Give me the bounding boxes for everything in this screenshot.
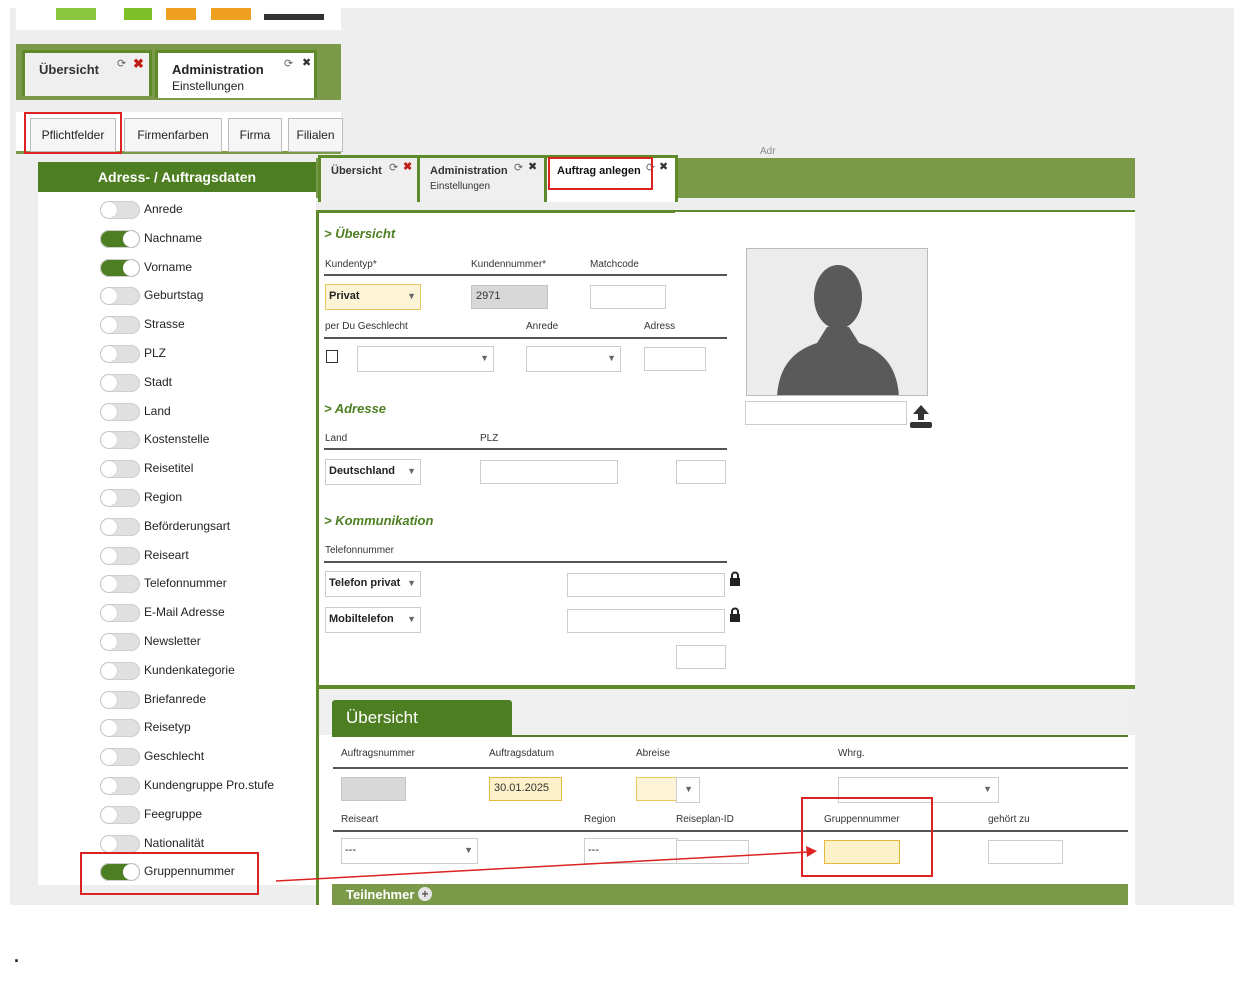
connector-arrow xyxy=(275,846,817,882)
caption-dot: . xyxy=(14,946,20,966)
